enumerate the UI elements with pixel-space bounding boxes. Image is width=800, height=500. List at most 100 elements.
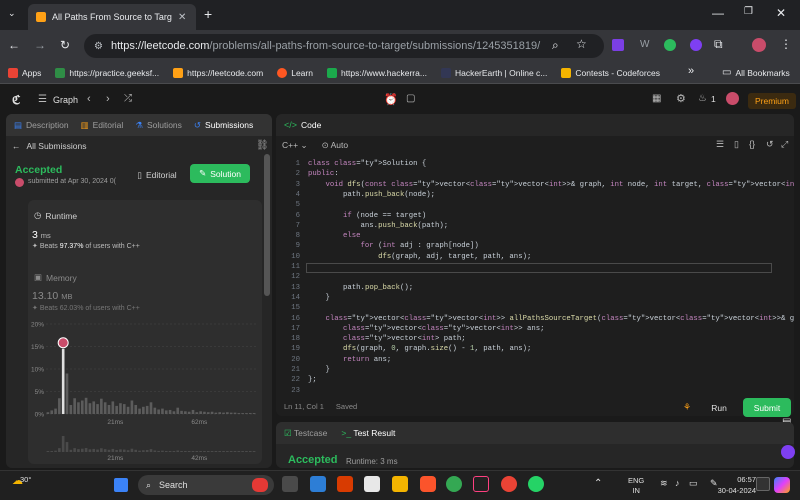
- wifi-icon[interactable]: ≋: [660, 478, 668, 489]
- bookmark-learn[interactable]: Learn: [277, 67, 313, 78]
- distribution-bar: [153, 407, 157, 414]
- forward-icon[interactable]: →: [34, 38, 46, 52]
- submitter-avatar: [15, 178, 24, 187]
- profile-avatar[interactable]: [752, 38, 766, 52]
- next-problem-icon[interactable]: ›: [106, 93, 110, 105]
- battery-icon[interactable]: ▭: [689, 478, 698, 489]
- store-icon[interactable]: [364, 476, 380, 492]
- prev-problem-icon[interactable]: ‹: [87, 93, 91, 105]
- extension-w-icon[interactable]: W: [640, 39, 652, 51]
- taskbar-search[interactable]: ⌕ Search: [138, 475, 274, 495]
- bookmark-star-icon[interactable]: ☆: [576, 37, 587, 51]
- language-select[interactable]: C++ ⌄: [282, 140, 308, 151]
- bookmark-gfg[interactable]: https://practice.geeksf...: [55, 67, 159, 78]
- notification-icon[interactable]: [756, 477, 770, 491]
- bookmark-hackerrank[interactable]: https://www.hackerra...: [326, 67, 427, 78]
- extensions-puzzle-icon[interactable]: ⧉: [714, 37, 723, 52]
- close-window-icon[interactable]: ✕: [776, 6, 786, 20]
- runtime-distribution-chart[interactable]: 20% 15% 10% 5% 0% 21ms 62ms 21ms 42ms: [28, 318, 262, 464]
- reload-icon[interactable]: ↻: [60, 38, 70, 52]
- copilot-taskbar-icon[interactable]: [774, 477, 790, 493]
- site-info-icon[interactable]: ⚙: [94, 41, 103, 52]
- debug-icon[interactable]: ⚘: [683, 402, 691, 413]
- volume-icon[interactable]: ♪: [675, 478, 680, 488]
- brave-icon[interactable]: [420, 476, 436, 492]
- browser-tab[interactable]: All Paths From Source to Target - L ✕: [28, 4, 196, 30]
- code-line: return ans;: [343, 355, 392, 364]
- distribution-bar: [111, 401, 115, 414]
- editorial-button[interactable]: ▯ Editorial: [128, 166, 186, 184]
- tab-editorial[interactable]: ▥ Editorial: [81, 120, 124, 131]
- chrome-icon[interactable]: [446, 476, 462, 492]
- shuffle-icon[interactable]: ⤮: [124, 93, 132, 104]
- language-indicator[interactable]: ENG IN: [628, 476, 644, 496]
- reset-icon[interactable]: ↺: [766, 139, 774, 150]
- problem-list-title[interactable]: Graph: [53, 95, 78, 105]
- left-scrollbar[interactable]: [264, 154, 270, 296]
- run-button[interactable]: Run: [700, 400, 738, 416]
- zoom-icon[interactable]: ⌕: [552, 38, 559, 53]
- tray-chevron-icon[interactable]: ⌃: [594, 478, 602, 489]
- runtime-header[interactable]: ◷ Runtime: [34, 210, 77, 221]
- overview-bar: [161, 450, 164, 452]
- book-icon: ▯: [137, 169, 142, 180]
- chrome-active-icon[interactable]: [501, 476, 517, 492]
- extension-d-icon[interactable]: [664, 39, 676, 51]
- tab-description[interactable]: ▤ Description: [14, 120, 69, 131]
- memory-header[interactable]: ▣ Memory: [34, 272, 77, 283]
- distribution-bar: [157, 409, 160, 414]
- new-tab-icon[interactable]: +: [204, 6, 212, 22]
- streak-fire-icon[interactable]: ♨: [698, 93, 707, 104]
- tab-testcase[interactable]: ☑ Testcase: [284, 428, 327, 439]
- task-view-icon[interactable]: [282, 476, 298, 492]
- browser-menu-icon[interactable]: ⋮: [780, 37, 792, 51]
- office-icon[interactable]: [337, 476, 353, 492]
- all-submissions-link[interactable]: ← All Submissions: [12, 141, 87, 151]
- user-avatar[interactable]: [726, 92, 739, 105]
- overview-bar: [80, 448, 84, 452]
- overview-bar: [191, 451, 195, 452]
- bookmark-codeforces[interactable]: Contests - Codeforces: [561, 67, 660, 78]
- timer-icon[interactable]: ⏰: [384, 93, 398, 106]
- minimize-icon[interactable]: —: [712, 6, 724, 20]
- braces-icon[interactable]: {}: [749, 139, 755, 149]
- solution-button[interactable]: ✎ Solution: [190, 164, 250, 183]
- file-explorer-icon[interactable]: [392, 476, 408, 492]
- bookmark-hackerearth[interactable]: HackerEarth | Online c...: [440, 67, 547, 78]
- vscode-icon[interactable]: [310, 476, 326, 492]
- settings-gear-icon[interactable]: ⚙: [676, 92, 686, 105]
- leetcode-logo-icon[interactable]: ℭ: [12, 93, 20, 107]
- tab-submissions[interactable]: ↺ Submissions: [194, 120, 253, 131]
- bookmark-icon[interactable]: ▯: [734, 139, 739, 150]
- submit-button[interactable]: Submit: [743, 398, 791, 417]
- clock[interactable]: 06:57 30-04-2024: [708, 474, 756, 496]
- address-bar[interactable]: ⚙ https://leetcode.com/problems/all-path…: [84, 34, 604, 58]
- fullscreen-icon[interactable]: ⤢: [781, 139, 788, 150]
- auto-toggle[interactable]: ⊙ Auto: [322, 140, 349, 151]
- copilot-icon[interactable]: [781, 445, 795, 459]
- whatsapp-icon[interactable]: [528, 476, 544, 492]
- code-editor[interactable]: 1 class class="ty">Solution {2 public: 3 vo…: [276, 156, 794, 395]
- tab-test-result[interactable]: >_ Test Result: [341, 428, 395, 438]
- all-bookmarks[interactable]: ▭ All Bookmarks: [722, 67, 790, 78]
- windows-start-icon[interactable]: [114, 478, 128, 492]
- tab-search-icon[interactable]: ⌄: [8, 8, 16, 19]
- intellij-icon[interactable]: [473, 476, 489, 492]
- tab-solutions[interactable]: ⚗ Solutions: [135, 120, 182, 131]
- back-icon[interactable]: ←: [8, 38, 20, 52]
- extension-circle-icon[interactable]: [690, 39, 702, 51]
- overview-bar: [241, 451, 244, 452]
- close-tab-icon[interactable]: ✕: [178, 12, 186, 23]
- layout-icon[interactable]: ▦: [652, 93, 661, 104]
- bookmark-leetcode[interactable]: https://leetcode.com: [173, 67, 263, 78]
- distribution-bar: [130, 400, 134, 414]
- format-icon[interactable]: ☰: [716, 139, 724, 150]
- premium-button[interactable]: Premium: [748, 93, 796, 109]
- notes-icon[interactable]: ▢: [406, 93, 415, 104]
- restore-icon[interactable]: ❐: [744, 6, 753, 17]
- bookmark-apps[interactable]: Apps: [8, 67, 41, 78]
- more-bookmarks-icon[interactable]: »: [688, 65, 694, 77]
- code-icon: </>: [284, 120, 298, 130]
- extension-s-icon[interactable]: [612, 39, 624, 51]
- share-link-icon[interactable]: ⛓: [256, 140, 269, 151]
